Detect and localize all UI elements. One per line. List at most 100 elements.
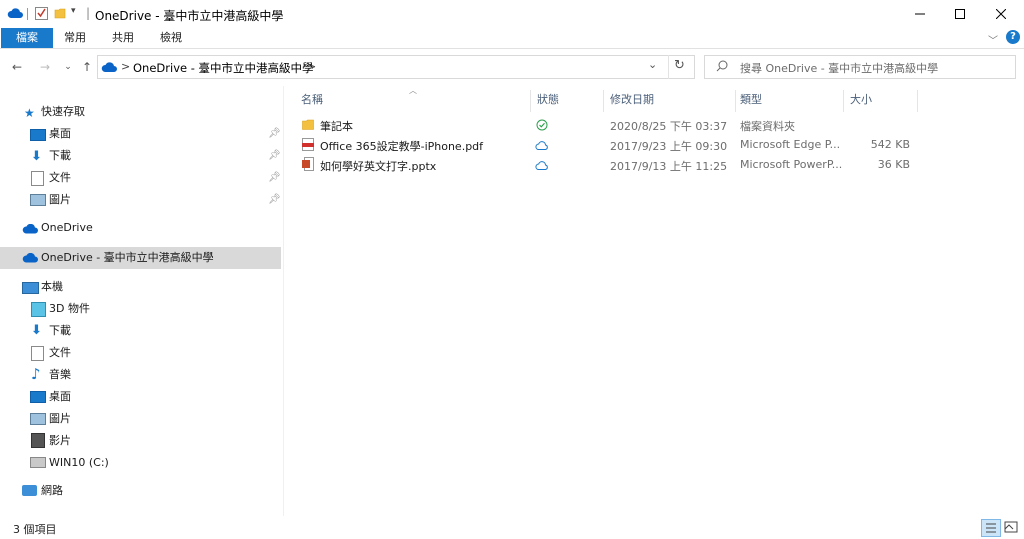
pin-icon[interactable]: 📌︎ (268, 194, 281, 205)
back-button[interactable]: ← (8, 57, 26, 77)
breadcrumb-path[interactable]: OneDrive - 臺中市立中港高級中學 (133, 60, 314, 76)
column-separator[interactable] (530, 90, 531, 112)
nav-this-pc[interactable]: 本機 (41, 276, 63, 298)
file-name[interactable]: 筆記本 (320, 118, 353, 134)
nav-quick-desktop[interactable]: 桌面 (49, 123, 71, 145)
refresh-icon: ↻ (674, 58, 685, 73)
cloud-only-icon (535, 160, 548, 170)
synced-check-icon (536, 119, 548, 131)
maximize-icon (955, 9, 965, 19)
arrow-right-icon: → (39, 60, 51, 74)
pin-icon[interactable]: 📌︎ (268, 128, 281, 139)
search-placeholder: 搜尋 OneDrive - 臺中市立中港高級中學 (740, 62, 939, 75)
column-header-size[interactable]: 大小 (850, 91, 872, 107)
file-row[interactable] (296, 115, 916, 135)
column-separator[interactable] (843, 90, 844, 112)
column-separator[interactable] (917, 90, 918, 112)
details-view-button[interactable] (981, 519, 1001, 537)
nav-pc-videos[interactable]: 影片 (49, 430, 71, 452)
sort-ascending-icon: ︿ (409, 86, 417, 95)
drive-icon (30, 457, 46, 468)
file-size: 542 KB (870, 138, 910, 151)
customize-quick-access-chevron-icon[interactable]: ▾ (71, 6, 76, 16)
file-type: Microsoft Edge P... (740, 138, 841, 151)
nav-pc-pictures[interactable]: 圖片 (49, 408, 71, 430)
forward-button[interactable]: → (36, 57, 54, 77)
this-pc-icon (22, 282, 39, 294)
large-icons-view-icon (1004, 521, 1018, 533)
nav-pc-downloads[interactable]: 下載 (49, 320, 71, 342)
desktop-icon (30, 391, 46, 403)
folder-icon (302, 119, 314, 130)
file-type: 檔案資料夾 (740, 120, 795, 133)
nav-quick-pictures[interactable]: 圖片 (49, 189, 71, 211)
nav-quick-access[interactable]: 快速存取 (41, 101, 85, 123)
file-modified: 2017/9/23 上午 09:30 (610, 140, 728, 153)
file-type: Microsoft PowerP... (740, 158, 843, 171)
cloud-only-icon (535, 140, 548, 150)
nav-onedrive-org[interactable]: OneDrive - 臺中市立中港高級中學 (41, 247, 214, 269)
window-title: OneDrive - 臺中市立中港高級中學 (95, 9, 284, 23)
onedrive-cloud-icon (101, 62, 117, 73)
tab-view[interactable]: 檢視 (154, 28, 188, 48)
nav-onedrive[interactable]: OneDrive (41, 217, 93, 239)
tab-share[interactable]: 共用 (106, 28, 140, 48)
close-button[interactable] (978, 0, 1024, 28)
chevron-down-icon: ⌄ (648, 58, 658, 71)
nav-network[interactable]: 網路 (41, 480, 63, 502)
details-view-icon (986, 523, 996, 533)
document-icon (31, 171, 44, 186)
nav-quick-documents[interactable]: 文件 (49, 167, 71, 189)
quick-access-separator (27, 8, 28, 20)
column-header-name[interactable]: 名稱 (301, 91, 323, 107)
breadcrumb-chevron[interactable]: > (121, 60, 130, 73)
desktop-icon (30, 129, 46, 141)
new-folder-icon[interactable] (54, 7, 66, 19)
file-size: 36 KB (877, 158, 910, 171)
column-separator[interactable] (603, 90, 604, 112)
address-divider (668, 55, 669, 79)
nav-pc-desktop[interactable]: 桌面 (49, 386, 71, 408)
3d-objects-icon (31, 302, 46, 317)
search-icon (716, 60, 728, 72)
pictures-icon (30, 413, 46, 425)
file-name[interactable]: 如何學好英文打字.pptx (320, 158, 436, 174)
pane-divider[interactable] (283, 86, 284, 516)
breadcrumb-chevron[interactable]: > (307, 60, 316, 73)
nav-quick-downloads[interactable]: 下載 (49, 145, 71, 167)
pdf-icon (302, 138, 314, 151)
up-button[interactable]: ↑ (78, 57, 96, 77)
nav-pc-documents[interactable]: 文件 (49, 342, 71, 364)
properties-checkbox-icon[interactable] (35, 6, 48, 20)
download-icon: ⬇ (31, 149, 42, 164)
video-icon (31, 433, 45, 448)
address-history-dropdown[interactable]: ⌄ (648, 58, 657, 71)
column-separator[interactable] (735, 90, 736, 112)
nav-pc-music[interactable]: 音樂 (49, 364, 71, 386)
arrow-up-icon: ↑ (81, 60, 93, 74)
onedrive-cloud-icon (22, 223, 38, 234)
column-header-type[interactable]: 類型 (740, 91, 762, 107)
music-icon: ♪ (31, 365, 41, 383)
pictures-icon (30, 194, 46, 206)
nav-pc-drive-c[interactable]: WIN10 (C:) (49, 452, 109, 474)
recent-locations-button[interactable]: ⌄ (59, 57, 77, 77)
column-header-status[interactable]: 狀態 (537, 91, 559, 107)
pin-icon[interactable]: 📌︎ (268, 172, 281, 183)
download-icon: ⬇ (31, 323, 42, 338)
large-icons-view-button[interactable] (1002, 519, 1020, 535)
expand-ribbon-chevron-icon[interactable]: ﹀ (988, 32, 998, 47)
close-icon (996, 9, 1006, 19)
arrow-left-icon: ← (11, 60, 23, 74)
column-header-modified[interactable]: 修改日期 (610, 91, 654, 107)
tab-file[interactable]: 檔案 (1, 28, 53, 48)
help-icon[interactable]: ? (1006, 30, 1020, 44)
pin-icon[interactable]: 📌︎ (268, 150, 281, 161)
refresh-button[interactable]: ↻ (674, 58, 685, 73)
nav-pc-3d-objects[interactable]: 3D 物件 (49, 298, 90, 320)
onedrive-cloud-icon (22, 252, 38, 263)
tab-home[interactable]: 常用 (58, 28, 92, 48)
maximize-button[interactable] (937, 0, 983, 28)
file-name[interactable]: Office 365設定教學-iPhone.pdf (320, 138, 483, 154)
title-separator: | (86, 6, 91, 20)
